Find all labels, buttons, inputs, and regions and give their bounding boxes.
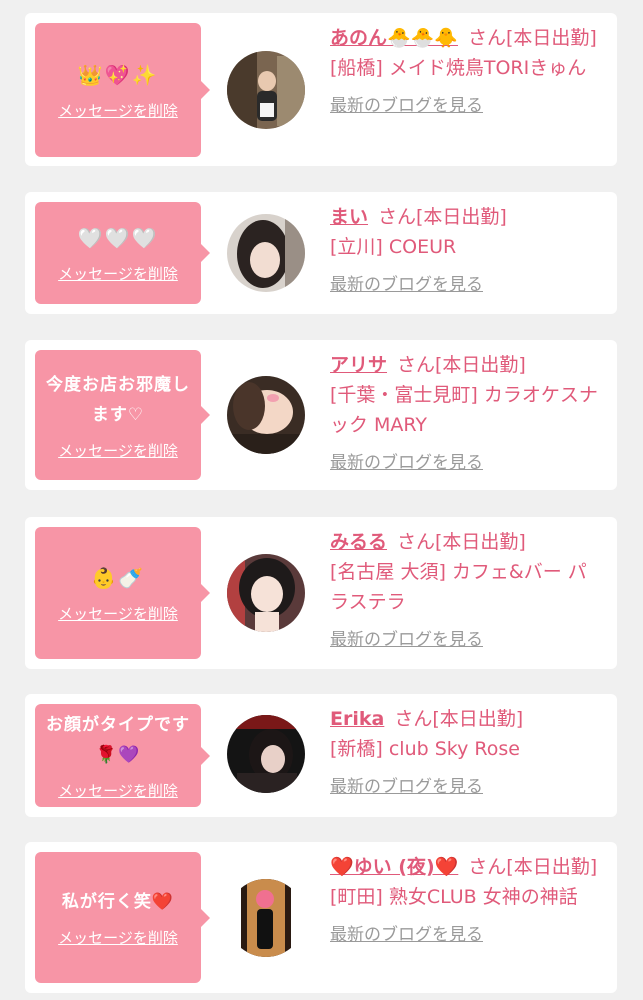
delete-message-link[interactable]: メッセージを削除 — [58, 100, 178, 121]
shop-name: [船橋] メイド焼鳥TORIきゅん — [330, 57, 587, 79]
avatar[interactable] — [227, 214, 305, 292]
message-list: 👑💖✨ メッセージを削除 あのん🐣🐣🐥 さん[本日出勤] [船橋] メイド焼鳥TO… — [0, 0, 643, 1000]
message-text: 👶🍼 — [91, 565, 145, 590]
shop-name: [名古屋 大須] カフェ&バー パラステラ — [330, 561, 587, 613]
message-text: お顔がタイプです🌹💜 — [46, 715, 190, 765]
delete-message-link[interactable]: メッセージを削除 — [58, 780, 178, 801]
cast-name-link[interactable]: ❤️ゆい (夜)❤️ — [330, 856, 458, 878]
latest-blog-link[interactable]: 最新のブログを見る — [330, 625, 483, 650]
work-status: さん[本日出勤] — [468, 856, 598, 878]
cast-info: Erika さん[本日出勤] [新橋] club Sky Rose 最新のブログを… — [330, 704, 605, 797]
shop-name: [新橋] club Sky Rose — [330, 738, 520, 760]
shop-name: [立川] COEUR — [330, 236, 457, 258]
cast-name-link[interactable]: あのん🐣🐣🐥 — [330, 27, 458, 49]
cast-name-link[interactable]: まい — [330, 206, 368, 228]
message-bubble: 👑💖✨ メッセージを削除 — [35, 23, 210, 157]
message-card: 👶🍼 メッセージを削除 みるる さん[本日出勤] [名古屋 大須] カフェ&バー … — [25, 517, 617, 669]
message-bubble: 私が行く笑❤️ メッセージを削除 — [35, 852, 210, 983]
latest-blog-link[interactable]: 最新のブログを見る — [330, 448, 483, 473]
message-card: 今度お店お邪魔します♡ メッセージを削除 アリサ さん[本日出勤] [千葉・富士見… — [25, 340, 617, 490]
message-text: 私が行く笑❤️ — [61, 892, 175, 912]
cast-info: あのん🐣🐣🐥 さん[本日出勤] [船橋] メイド焼鳥TORIきゅん 最新のブログを… — [330, 23, 605, 116]
message-card: お顔がタイプです🌹💜 メッセージを削除 Erika さん[本日出勤] [新橋] c… — [25, 694, 617, 817]
work-status: さん[本日出勤] — [397, 531, 526, 553]
delete-message-link[interactable]: メッセージを削除 — [58, 263, 178, 284]
cast-info: アリサ さん[本日出勤] [千葉・富士見町] カラオケスナック MARY 最新のブ… — [330, 350, 605, 473]
avatar[interactable] — [227, 376, 305, 454]
avatar[interactable] — [227, 879, 305, 957]
delete-message-link[interactable]: メッセージを削除 — [58, 440, 178, 461]
cast-info: まい さん[本日出勤] [立川] COEUR 最新のブログを見る — [330, 202, 605, 295]
message-bubble: 👶🍼 メッセージを削除 — [35, 527, 210, 659]
work-status: さん[本日出勤] — [378, 206, 507, 228]
shop-name: [町田] 熟女CLUB 女神の神話 — [330, 886, 578, 908]
message-card: 👑💖✨ メッセージを削除 あのん🐣🐣🐥 さん[本日出勤] [船橋] メイド焼鳥TO… — [25, 13, 617, 166]
delete-message-link[interactable]: メッセージを削除 — [58, 603, 178, 624]
message-bubble: 🤍🤍🤍 メッセージを削除 — [35, 202, 210, 304]
message-bubble: 今度お店お邪魔します♡ メッセージを削除 — [35, 350, 210, 480]
delete-message-link[interactable]: メッセージを削除 — [58, 927, 178, 948]
message-text: 👑💖✨ — [77, 62, 159, 87]
latest-blog-link[interactable]: 最新のブログを見る — [330, 772, 483, 797]
latest-blog-link[interactable]: 最新のブログを見る — [330, 920, 483, 945]
avatar[interactable] — [227, 51, 305, 129]
work-status: さん[本日出勤] — [467, 27, 597, 49]
message-bubble: お顔がタイプです🌹💜 メッセージを削除 — [35, 704, 210, 807]
work-status: さん[本日出勤] — [397, 354, 526, 376]
cast-name-link[interactable]: Erika — [330, 708, 384, 730]
cast-name-link[interactable]: みるる — [330, 531, 387, 553]
message-text: 今度お店お邪魔します♡ — [46, 374, 190, 425]
shop-name: [千葉・富士見町] カラオケスナック MARY — [330, 384, 598, 436]
cast-info: みるる さん[本日出勤] [名古屋 大須] カフェ&バー パラステラ 最新のブログ… — [330, 527, 605, 650]
latest-blog-link[interactable]: 最新のブログを見る — [330, 270, 483, 295]
message-card: 🤍🤍🤍 メッセージを削除 まい さん[本日出勤] [立川] COEUR 最新のブロ… — [25, 192, 617, 314]
message-text: 🤍🤍🤍 — [77, 225, 159, 250]
work-status: さん[本日出勤] — [394, 708, 524, 730]
avatar[interactable] — [227, 715, 305, 793]
cast-name-link[interactable]: アリサ — [330, 354, 387, 376]
message-card: 私が行く笑❤️ メッセージを削除 ❤️ゆい (夜)❤️ さん[本日出勤] [町田]… — [25, 842, 617, 993]
cast-info: ❤️ゆい (夜)❤️ さん[本日出勤] [町田] 熟女CLUB 女神の神話 最新の… — [330, 852, 605, 945]
latest-blog-link[interactable]: 最新のブログを見る — [330, 91, 483, 116]
avatar[interactable] — [227, 554, 305, 632]
